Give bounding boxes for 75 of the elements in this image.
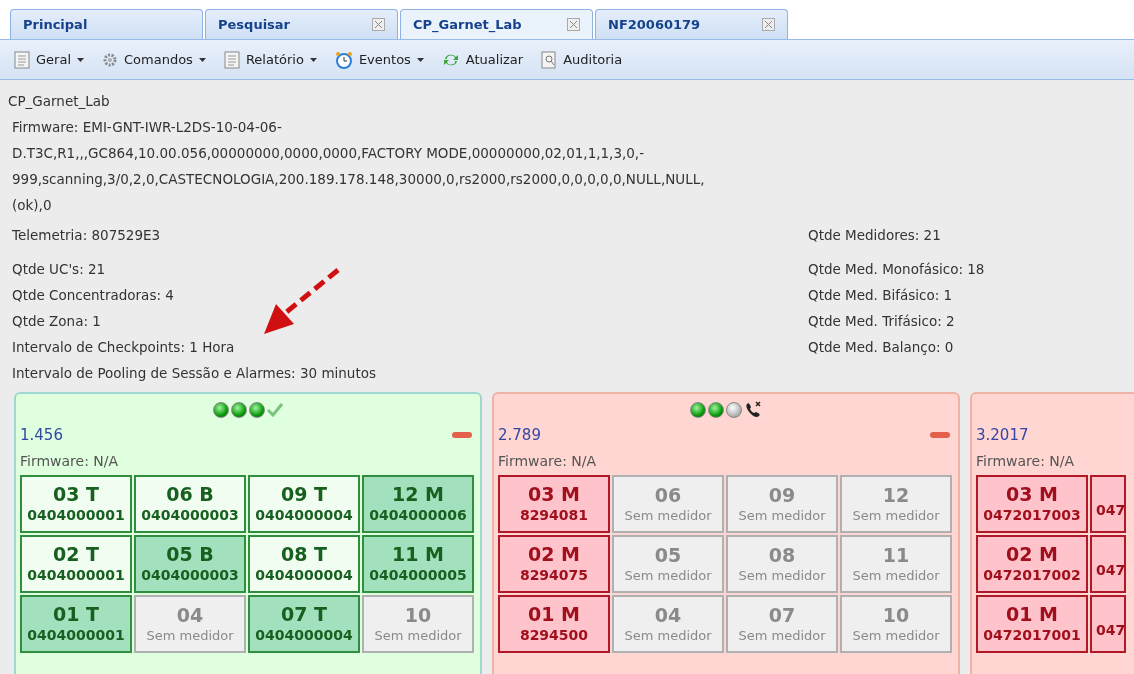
firmware-label: Firmware: N/A xyxy=(976,452,1076,471)
info-line: Qtde Medidores: 21 xyxy=(808,226,941,245)
caret-icon xyxy=(198,57,206,62)
meter-cell[interactable]: 12 M 0404000006 xyxy=(362,475,474,533)
info-line: Qtde UC's: 21 xyxy=(12,260,106,279)
toolbar-button[interactable]: Relatório xyxy=(223,49,317,70)
meter-cell[interactable]: 05 Sem medidor xyxy=(612,535,724,593)
info-line: Intervalo de Checkpoints: 1 Hora xyxy=(12,338,235,357)
meter-cell[interactable]: 01 M 0472017001 xyxy=(976,595,1088,653)
tab[interactable]: CP_Garnet_Lab xyxy=(400,9,593,39)
toolbar-button[interactable]: Eventos xyxy=(334,49,424,70)
meter-cell[interactable]: 08 Sem medidor xyxy=(726,535,838,593)
concentrator-id: 2.789 xyxy=(498,425,541,446)
tab[interactable]: Principal xyxy=(10,9,203,39)
meter-cell[interactable]: 047 xyxy=(1090,535,1126,593)
toolbar-button[interactable]: Atualizar xyxy=(441,49,524,70)
meter-cell[interactable]: 10 Sem medidor xyxy=(362,595,474,653)
caret-icon xyxy=(416,57,424,62)
document-icon xyxy=(223,50,240,69)
meter-cell[interactable]: 09 T 0404000004 xyxy=(248,475,360,533)
meter-cell[interactable]: 12 Sem medidor xyxy=(840,475,952,533)
meter-cell[interactable]: 01 M 8294500 xyxy=(498,595,610,653)
device-title: CP_Garnet_Lab xyxy=(8,92,111,111)
checkmark-icon xyxy=(267,403,283,417)
firmware-label: Firmware: N/A xyxy=(498,452,598,471)
meter-cell[interactable]: 05 B 0404000003 xyxy=(134,535,246,593)
toolbar-button[interactable]: Comandos xyxy=(102,49,206,70)
meter-cell[interactable]: 047 xyxy=(1090,475,1126,533)
meter-cell[interactable]: 06 Sem medidor xyxy=(612,475,724,533)
document-icon xyxy=(14,50,30,69)
minimize-icon[interactable] xyxy=(452,432,472,438)
firmware-label: Firmware: N/A xyxy=(20,452,120,471)
tab[interactable]: NF20060179 xyxy=(595,9,788,39)
info-line: Qtde Zona: 1 xyxy=(12,312,101,331)
meter-cell[interactable]: 02 M 0472017002 xyxy=(976,535,1088,593)
caret-icon xyxy=(309,57,317,62)
tab[interactable]: Pesquisar xyxy=(205,9,398,39)
meter-cell[interactable]: 04 Sem medidor xyxy=(134,595,246,653)
phone-with-x-icon xyxy=(744,401,762,419)
gear-icon xyxy=(102,51,118,68)
close-icon[interactable] xyxy=(762,18,775,31)
close-icon[interactable] xyxy=(372,18,385,31)
meter-cell[interactable]: 07 T 0404000004 xyxy=(248,595,360,653)
caret-icon xyxy=(77,57,84,62)
meter-cell[interactable]: 07 Sem medidor xyxy=(726,595,838,653)
magnifier-document-icon xyxy=(541,50,558,69)
meter-cell[interactable]: 03 T 0404000001 xyxy=(20,475,132,533)
firmware-text: Firmware: EMI-GNT-IWR-L2DS-10-04-06- D.T3C,R1,,,GC864,10.00.056,00000000,0000,0000,FACTORY MODE,00000000,02,01,1,1,3,0,- 999,scanning,3/0,2,0,CASTECNOLOGIA,200.189.178.148,30000,0,rs2000,rs2000,0,0,0,0,0,NULL,NULL, (ok),0 xyxy=(11,118,706,215)
close-icon[interactable] xyxy=(567,18,580,31)
minimize-icon[interactable] xyxy=(930,432,950,438)
meter-cell[interactable]: 01 T 0404000001 xyxy=(20,595,132,653)
meter-cell[interactable]: 10 Sem medidor xyxy=(840,595,952,653)
meter-cell[interactable]: 04 Sem medidor xyxy=(612,595,724,653)
meter-cell[interactable]: 047 xyxy=(1090,595,1126,653)
concentrator-id: 1.456 xyxy=(20,425,63,446)
info-line: Qtde Med. Monofásico: 18 xyxy=(808,260,985,279)
meter-cell[interactable]: 02 M 8294075 xyxy=(498,535,610,593)
info-line: Qtde Concentradoras: 4 xyxy=(12,286,174,305)
info-line: Qtde Med. Balanço: 0 xyxy=(808,338,954,357)
meter-cell[interactable]: 11 Sem medidor xyxy=(840,535,952,593)
meter-cell[interactable]: 09 Sem medidor xyxy=(726,475,838,533)
info-line: Qtde Med. Trifásico: 2 xyxy=(808,312,955,331)
toolbar-button[interactable]: Geral xyxy=(14,49,84,70)
meter-cell[interactable]: 08 T 0404000004 xyxy=(248,535,360,593)
info-line: Intervalo de Pooling de Sessão e Alarmes: 30 minutos xyxy=(12,364,376,383)
meter-cell[interactable]: 03 M 8294081 xyxy=(498,475,610,533)
info-line: Telemetria: 807529E3 xyxy=(12,226,161,245)
meter-cell[interactable]: 02 T 0404000001 xyxy=(20,535,132,593)
meter-cell[interactable]: 06 B 0404000003 xyxy=(134,475,246,533)
info-line: Qtde Med. Bifásico: 1 xyxy=(808,286,953,305)
alarm-clock-icon xyxy=(334,50,353,69)
concentrator-id: 3.2017 xyxy=(976,425,1029,446)
meter-cell[interactable]: 11 M 0404000005 xyxy=(362,535,474,593)
toolbar-button[interactable]: Auditoria xyxy=(541,49,623,70)
meter-cell[interactable]: 03 M 0472017003 xyxy=(976,475,1088,533)
